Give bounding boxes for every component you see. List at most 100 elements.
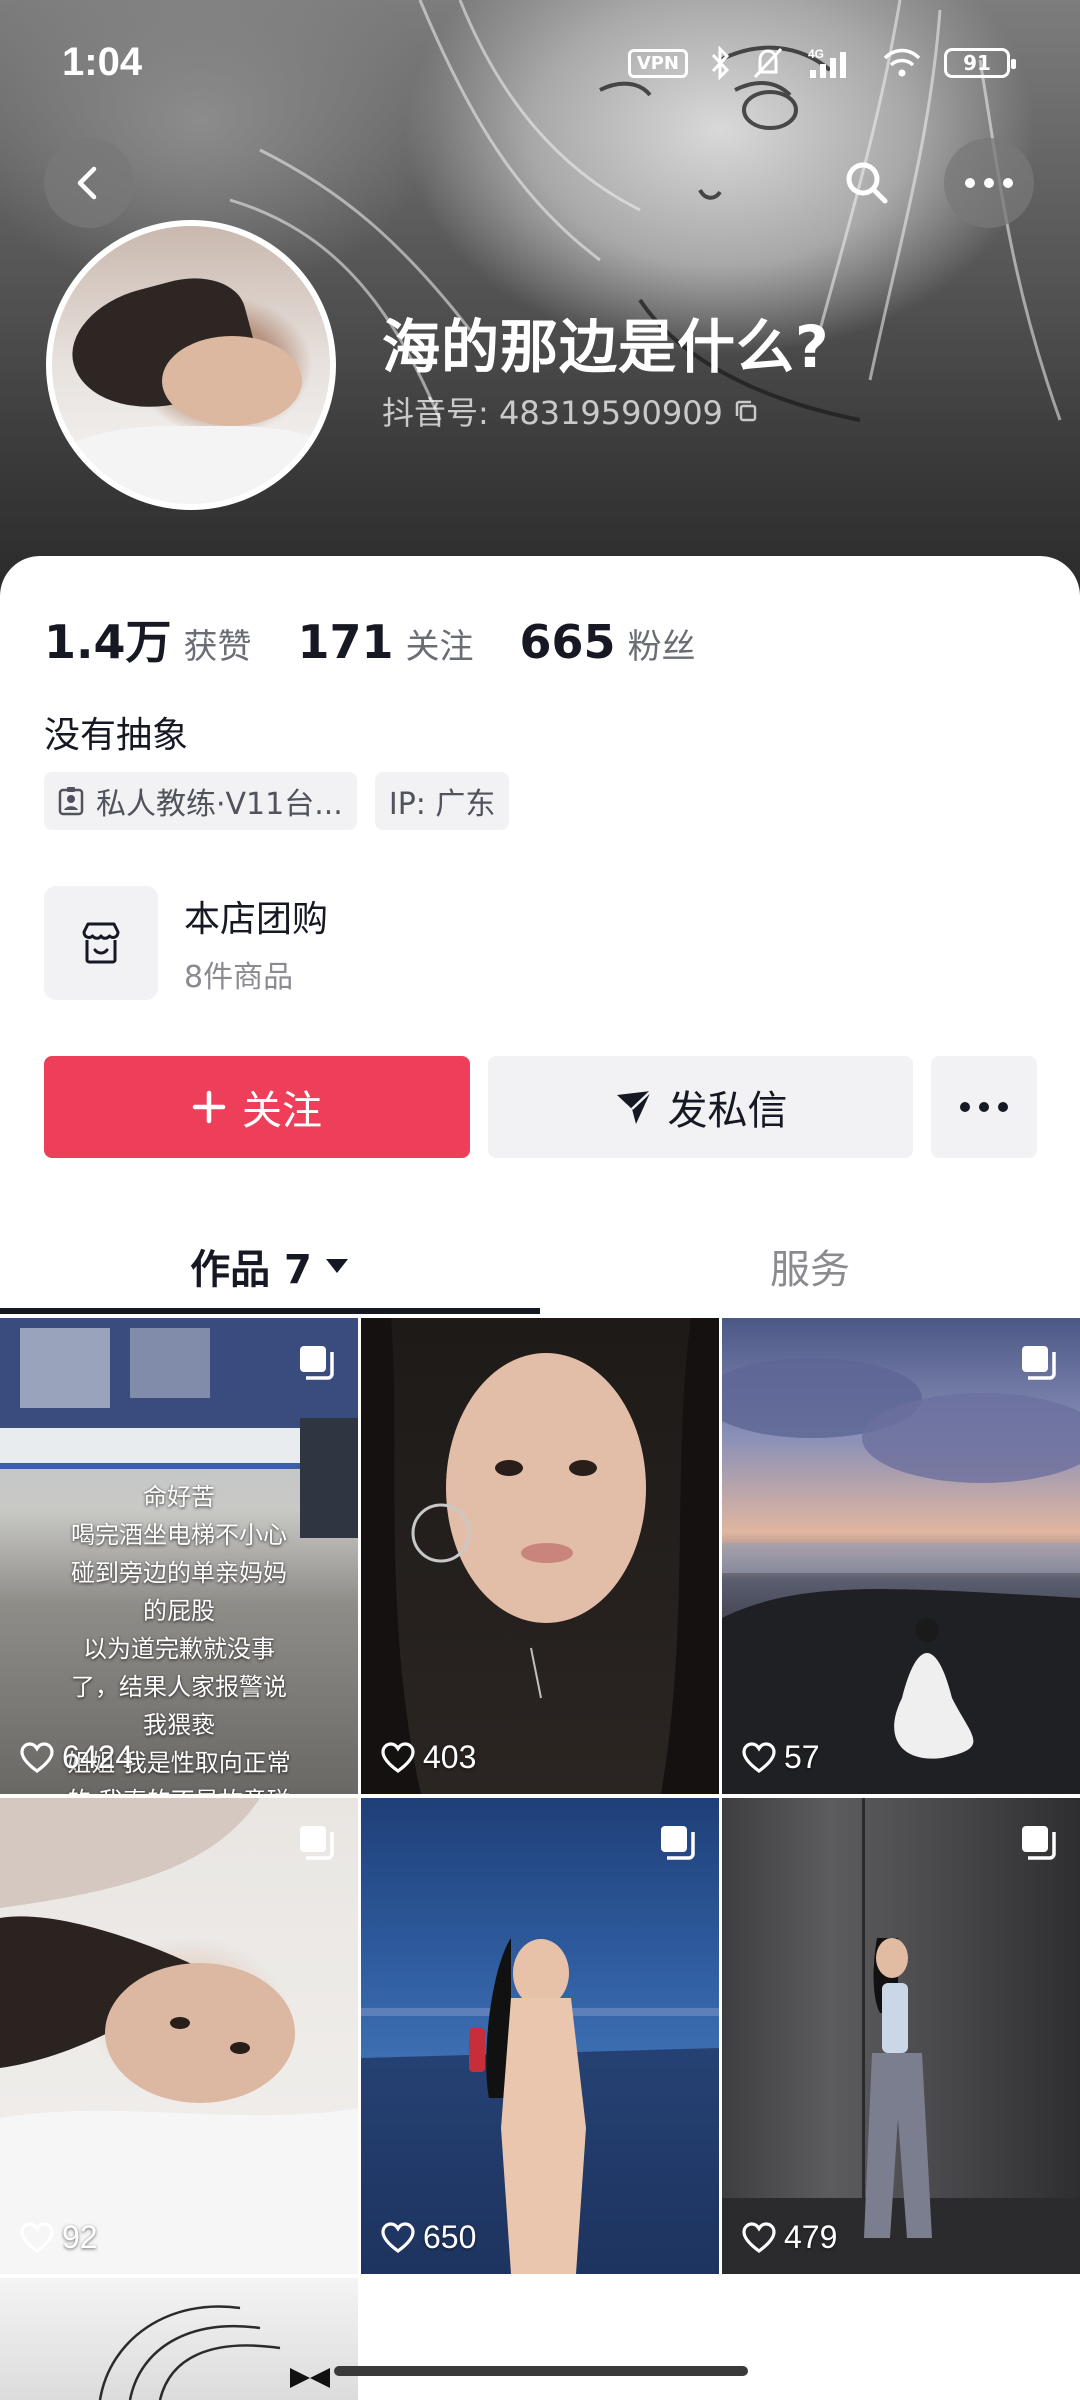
home-indicator[interactable] [334, 2366, 748, 2376]
status-icons: VPN 4G 91 [627, 46, 1016, 80]
post-likes-count: 479 [784, 2219, 838, 2255]
post-likes: 479 [742, 2219, 837, 2256]
tag-occupation-text: 私人教练·V11台... [96, 787, 343, 822]
more-actions-button[interactable] [931, 1056, 1037, 1158]
heart-icon [381, 2221, 415, 2253]
heart-icon [381, 1741, 415, 1773]
post-likes-count: 403 [423, 1739, 477, 1775]
profile-nickname: 海的那边是什么? [382, 313, 830, 381]
post-tile[interactable]: 92 [0, 1798, 358, 2274]
stat-following[interactable]: 171 关注 [298, 615, 474, 669]
profile-avatar[interactable] [46, 220, 336, 510]
network-type: 4G [808, 47, 824, 61]
profile-stats: 1.4万 获赞 171 关注 665 粉丝 [44, 606, 696, 672]
status-time: 1:04 [62, 40, 143, 84]
store-icon [82, 922, 120, 964]
multi-image-icon [657, 1822, 697, 1866]
post-thumbnail-art [722, 1358, 1080, 1794]
post-likes: 92 [20, 2219, 98, 2256]
tag-occupation[interactable]: 私人教练·V11台... [44, 772, 357, 830]
copy-icon[interactable] [733, 398, 759, 424]
profile-actions: 关注 发私信 [44, 1056, 1037, 1158]
search-icon [846, 162, 888, 204]
multi-image-icon [1018, 1822, 1058, 1866]
stat-likes[interactable]: 1.4万 获赞 [44, 606, 252, 672]
post-likes: 403 [381, 1739, 476, 1776]
profile-tags: 私人教练·V11台... IP: 广东 [44, 772, 510, 830]
heart-icon [20, 1741, 54, 1773]
signal-icon: 4G [808, 47, 846, 78]
shop-icon-box [44, 886, 158, 1000]
douyin-id[interactable]: 抖音号: 48319590909 [382, 388, 759, 434]
search-button[interactable] [822, 138, 912, 228]
post-thumbnail-art [98, 2305, 330, 2400]
post-likes-count: 57 [784, 1739, 820, 1775]
post-likes-count: 650 [423, 2219, 477, 2255]
post-tile[interactable]: 479 [722, 1798, 1080, 2274]
send-icon [616, 1090, 652, 1124]
post-likes: 57 [742, 1739, 820, 1776]
heart-icon [742, 2221, 776, 2253]
post-tile[interactable] [0, 2278, 358, 2400]
stat-following-value: 171 [297, 615, 394, 669]
tab-service-label: 服务 [770, 1247, 850, 1293]
post-tile[interactable]: 57 [722, 1318, 1080, 1794]
post-thumbnail-art [361, 1318, 719, 1794]
more-options-button[interactable] [944, 138, 1034, 228]
stat-followers[interactable]: 665 粉丝 [520, 615, 696, 669]
mute-icon [753, 47, 783, 79]
stat-followers-label: 粉丝 [627, 627, 696, 667]
multi-image-icon [1018, 1342, 1058, 1386]
status-bar: 1:04 VPN 4G 91 [0, 0, 1080, 130]
ellipsis-icon [965, 178, 1013, 188]
badge-icon [58, 787, 84, 816]
douyin-id-text: 抖音号: 48319590909 [382, 394, 723, 432]
tab-works[interactable]: 作品 7 [0, 1216, 540, 1316]
heart-icon [20, 2221, 54, 2253]
ellipsis-icon [960, 1102, 1008, 1112]
profile-bio: 没有抽象 [44, 715, 189, 756]
vpn-icon: VPN [627, 48, 688, 78]
post-likes: 6424 [20, 1739, 133, 1776]
shop-title: 本店团购 [184, 899, 329, 940]
multi-image-icon [296, 1822, 336, 1866]
stat-likes-value: 1.4万 [44, 615, 172, 669]
tab-active-indicator [0, 1308, 540, 1314]
post-likes-count: 6424 [62, 1739, 134, 1775]
post-thumbnail-art [722, 1798, 1080, 2274]
post-tile[interactable]: 命好苦 喝完酒坐电梯不小心 碰到旁边的单亲妈妈 的屁股 以为道完歉就没事 了，结… [0, 1318, 358, 1794]
stat-likes-label: 获赞 [183, 627, 252, 667]
profile-tabs: 作品 7 服务 [0, 1216, 1080, 1316]
post-thumbnail-art [361, 1938, 719, 2274]
avatar-photo-face [162, 336, 302, 426]
caret-down-icon [325, 1259, 348, 1273]
multi-image-icon [296, 1342, 336, 1386]
profile-banner: 1:04 VPN 4G 91 海的那边是什么? 抖音号: 48319590909 [0, 0, 1080, 600]
post-thumbnail-art [0, 1798, 358, 2274]
message-button[interactable]: 发私信 [488, 1056, 913, 1158]
tab-service[interactable]: 服务 [540, 1216, 1080, 1316]
bluetooth-icon [711, 46, 730, 80]
post-tile[interactable]: 650 [361, 1798, 719, 2274]
wifi-icon [883, 48, 921, 77]
follow-button-label: 关注 [242, 1088, 322, 1134]
avatar-photo-bg [52, 426, 330, 504]
message-button-label: 发私信 [667, 1088, 788, 1134]
plus-icon [192, 1090, 226, 1124]
heart-icon [742, 1741, 776, 1773]
tab-works-label: 作品 7 [190, 1247, 312, 1293]
chevron-left-icon [77, 166, 97, 200]
battery-icon: 91 [944, 48, 1016, 78]
post-tile[interactable]: 403 [361, 1318, 719, 1794]
back-button[interactable] [44, 138, 134, 228]
post-likes: 650 [381, 2219, 476, 2256]
tag-ip-location: IP: 广东 [374, 772, 510, 830]
post-likes-count: 92 [62, 2219, 98, 2255]
stat-following-label: 关注 [405, 627, 474, 667]
follow-button[interactable]: 关注 [44, 1056, 470, 1158]
shop-subtitle: 8件商品 [184, 960, 294, 995]
tag-ip-text: IP: 广东 [388, 787, 496, 822]
shop-entry[interactable]: 本店团购 8件商品 [44, 886, 328, 1000]
shop-text: 本店团购 8件商品 [184, 890, 328, 996]
stat-followers-value: 665 [519, 615, 616, 669]
